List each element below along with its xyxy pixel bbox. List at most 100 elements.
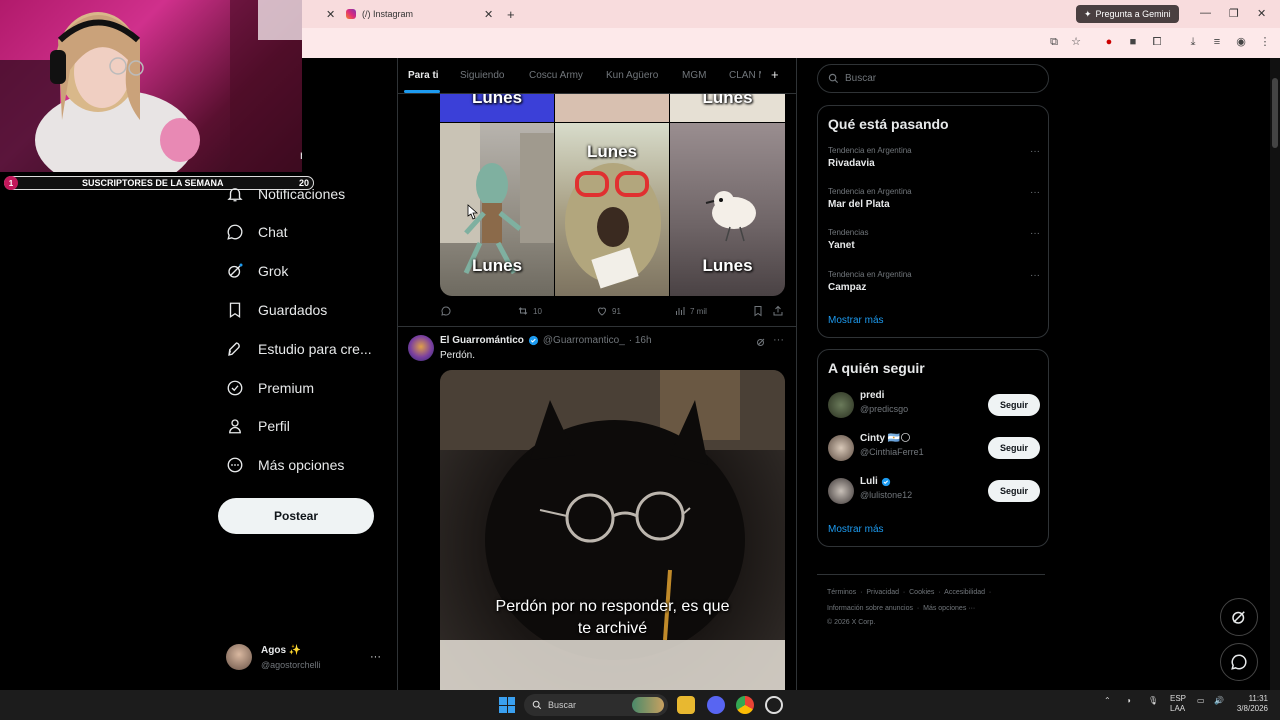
more-icon[interactable]: ···: [773, 334, 784, 346]
grid-image[interactable]: [555, 94, 669, 122]
chevron-up-icon[interactable]: ⌃: [1104, 696, 1111, 705]
discord-icon[interactable]: [707, 696, 725, 714]
grok-fab-button[interactable]: [1220, 598, 1258, 636]
views-button[interactable]: 7 mil: [674, 304, 707, 318]
footer-link[interactable]: Accesibilidad: [944, 589, 985, 596]
chat-fab-button[interactable]: [1220, 643, 1258, 681]
scrollbar-thumb[interactable]: [1272, 78, 1278, 148]
app-icon[interactable]: [765, 696, 783, 714]
footer-link[interactable]: Información sobre anuncios: [827, 605, 913, 612]
tab-mgm[interactable]: MGM: [682, 70, 706, 81]
partial-text: r: [300, 148, 302, 162]
show-more-link[interactable]: Mostrar más: [828, 524, 884, 535]
image-caption: Perdón por no responder, es que te archi…: [440, 596, 785, 640]
follow-button[interactable]: Seguir: [988, 480, 1040, 502]
share-button[interactable]: [772, 304, 784, 318]
more-icon[interactable]: ···: [1030, 228, 1040, 239]
footer-link[interactable]: Términos: [827, 589, 856, 596]
more-icon[interactable]: ···: [1030, 146, 1040, 157]
gemini-button[interactable]: ✦ Pregunta a Gemini: [1076, 5, 1179, 23]
tab-for-you[interactable]: Para ti: [408, 70, 439, 81]
file-explorer-icon[interactable]: [677, 696, 695, 714]
sidebar-item-more[interactable]: Más opciones: [226, 450, 344, 480]
sidebar-item-profile[interactable]: Perfil: [226, 411, 290, 441]
more-icon[interactable]: ···: [370, 651, 381, 663]
puzzle-icon[interactable]: ⧠: [1150, 35, 1164, 49]
windows-start-icon[interactable]: [499, 697, 515, 713]
minimize-icon[interactable]: —: [1200, 7, 1211, 19]
footer-link[interactable]: Cookies: [909, 589, 934, 596]
language-indicator[interactable]: ESP LAA: [1170, 694, 1186, 714]
trend-name: Yanet: [828, 240, 855, 251]
grid-image[interactable]: Lunes: [440, 123, 554, 296]
post-image[interactable]: Perdón por no responder, es que te archi…: [440, 370, 785, 690]
profile-icon[interactable]: ◉: [1234, 35, 1248, 49]
trend-item[interactable]: Tendencia en Argentina Rivadavia ···: [828, 146, 1040, 169]
tab-clan[interactable]: CLAN M: [729, 70, 761, 81]
grid-image[interactable]: Lunes: [670, 94, 785, 122]
trend-item[interactable]: Tendencias Yanet ···: [828, 228, 1040, 251]
scrollbar[interactable]: [1270, 58, 1280, 690]
add-tab-button[interactable]: +: [771, 67, 779, 82]
sidebar-item-creator-studio[interactable]: Estudio para cre...: [226, 334, 372, 364]
sidebar-item-bookmarks[interactable]: Guardados: [226, 295, 327, 325]
display-icon[interactable]: ▭: [1197, 696, 1205, 705]
grid-image[interactable]: Lunes: [440, 94, 554, 122]
grid-image[interactable]: Lunes: [555, 123, 669, 296]
extension-icon[interactable]: ■: [1126, 35, 1140, 49]
more-icon[interactable]: ···: [1030, 270, 1040, 281]
like-count: 91: [612, 306, 621, 316]
show-more-link[interactable]: Mostrar más: [828, 315, 884, 326]
close-window-icon[interactable]: ✕: [1257, 7, 1266, 20]
tab-kun-aguero[interactable]: Kun Agüero: [606, 70, 658, 81]
bookmark-button[interactable]: [752, 304, 764, 318]
sidebar-item-notifications[interactable]: Notificaciones: [226, 179, 345, 209]
star-icon[interactable]: ☆: [1069, 35, 1083, 49]
microphone-icon[interactable]: 🎙: [1148, 696, 1158, 705]
tab-following[interactable]: Siguiendo: [460, 70, 504, 81]
footer-link[interactable]: Privacidad: [866, 589, 899, 596]
reply-button[interactable]: [440, 304, 452, 318]
avatar[interactable]: [408, 335, 434, 361]
download-icon[interactable]: ⤓: [1186, 35, 1200, 49]
retweet-button[interactable]: 10: [517, 304, 542, 318]
like-button[interactable]: 91: [596, 304, 621, 318]
search-input[interactable]: Buscar: [817, 64, 1049, 93]
caption-line: Perdón por no responder, es que: [495, 598, 730, 615]
chrome-icon[interactable]: [736, 696, 754, 714]
close-tab-icon[interactable]: ✕: [484, 2, 493, 26]
post-button[interactable]: Postear: [218, 498, 374, 534]
taskbar-search[interactable]: Buscar: [524, 694, 668, 716]
install-icon[interactable]: ⧉: [1047, 35, 1061, 49]
trend-item[interactable]: Tendencia en Argentina Mar del Plata ···: [828, 187, 1040, 210]
sidebar-item-grok[interactable]: Grok: [226, 256, 288, 286]
sidebar-item-premium[interactable]: Premium: [226, 373, 314, 403]
kebab-menu-icon[interactable]: ⋮: [1258, 35, 1272, 49]
follow-suggestion[interactable]: Cinty 🇦🇷🌕 @CinthiaFerre1 Seguir: [828, 433, 1040, 463]
follow-suggestion[interactable]: predi @predicsgo Seguir: [828, 390, 1040, 420]
tab-coscu-army[interactable]: Coscu Army: [529, 70, 583, 81]
more-icon[interactable]: ···: [1030, 187, 1040, 198]
maximize-icon[interactable]: ❐: [1229, 7, 1239, 20]
clock[interactable]: 11:31 3/8/2026: [1234, 694, 1268, 714]
author-handle[interactable]: @Guarromantico_: [543, 335, 625, 346]
volume-icon[interactable]: 🔊: [1214, 696, 1224, 705]
extension-icon[interactable]: ●: [1102, 35, 1116, 49]
grok-icon[interactable]: [755, 336, 767, 348]
sidebar-item-chat[interactable]: Chat: [226, 217, 288, 247]
browser-tab[interactable]: (/) Instagram: [346, 2, 496, 26]
trend-item[interactable]: Tendencia en Argentina Campaz ···: [828, 270, 1040, 293]
follow-suggestion[interactable]: Luli @lulistone12 Seguir: [828, 476, 1040, 506]
footer-link[interactable]: Más opciones ···: [923, 605, 975, 612]
close-tab-icon[interactable]: ✕: [326, 2, 335, 26]
account-switcher[interactable]: Agos ✨ @agostorchelli ···: [226, 642, 386, 674]
post-image-grid[interactable]: Lunes Lunes Lunes Lunes Lunes: [440, 94, 785, 296]
follow-button[interactable]: Seguir: [988, 394, 1040, 416]
menu-list-icon[interactable]: ≡: [1210, 35, 1224, 49]
author-name[interactable]: El Guarromántico: [440, 335, 524, 346]
grid-image[interactable]: Lunes: [670, 123, 785, 296]
network-status-icon[interactable]: ◑: [1126, 696, 1131, 705]
bookmark-icon: [229, 302, 241, 319]
new-tab-button[interactable]: +: [507, 2, 515, 26]
follow-button[interactable]: Seguir: [988, 437, 1040, 459]
